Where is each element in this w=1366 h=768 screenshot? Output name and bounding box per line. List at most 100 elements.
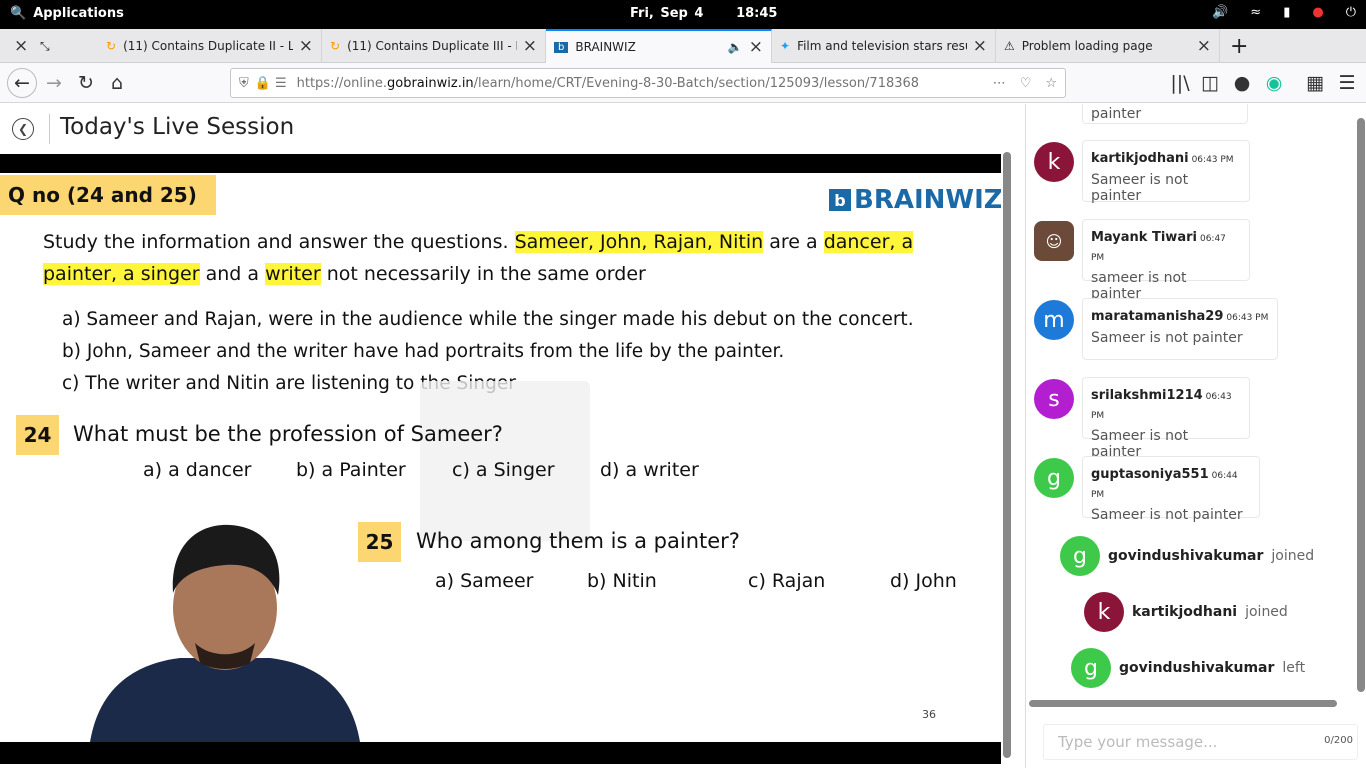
avatar-photo: ☺ bbox=[1034, 221, 1074, 261]
chat-message: s srilakshmi1214 06:43 PM Sameer is not p… bbox=[1034, 377, 1364, 460]
close-icon[interactable]: × bbox=[299, 36, 313, 56]
question-24-number: 24 bbox=[16, 415, 59, 455]
url-path: /learn/home/CRT/Evening-8-30-Batch/secti… bbox=[473, 75, 920, 91]
avatar: g bbox=[1034, 458, 1074, 498]
q24-option-c: c) a Singer bbox=[452, 459, 555, 481]
new-tab-button[interactable]: + bbox=[1222, 29, 1256, 63]
battery-icon[interactable]: ▮ bbox=[1283, 5, 1290, 20]
wifi-icon[interactable]: ≈ bbox=[1250, 5, 1261, 20]
q25-option-c: c) Rajan bbox=[748, 570, 826, 592]
tab-title: (11) Contains Duplicate II - Lee bbox=[123, 39, 293, 53]
twitter-icon: ✦ bbox=[780, 39, 791, 53]
avatar: m bbox=[1034, 300, 1074, 340]
clock[interactable]: Fri, Sep 4 18:45 bbox=[630, 6, 777, 21]
message-text: Sameer is not painter bbox=[1091, 507, 1243, 523]
page-actions-icon[interactable]: ⋯ bbox=[993, 76, 1006, 91]
video-player[interactable]: Q no (24 and 25) b BRAINWIZ Study the inf… bbox=[0, 154, 1001, 764]
video-scrollbar[interactable] bbox=[1003, 152, 1011, 758]
leetcode-icon: ↻ bbox=[106, 39, 117, 53]
chat-message-input[interactable]: Type your message... 0/200 bbox=[1043, 724, 1358, 760]
close-icon[interactable]: × bbox=[749, 37, 763, 57]
message-bubble: srilakshmi1214 06:43 PM Sameer is not pai… bbox=[1082, 377, 1250, 460]
question-number-banner: Q no (24 and 25) bbox=[0, 175, 216, 215]
question-25-text: Who among them is a painter? bbox=[416, 529, 740, 553]
menu-icon[interactable]: ☰ bbox=[1335, 71, 1359, 95]
tab-problem-loading[interactable]: ⚠ Problem loading page × bbox=[996, 29, 1220, 63]
reload-button[interactable]: ↻ bbox=[74, 71, 98, 95]
close-icon[interactable]: × bbox=[523, 36, 537, 56]
intro-line-1: Study the information and answer the que… bbox=[43, 231, 914, 253]
sender-name: maratamanisha29 bbox=[1091, 309, 1224, 324]
applications-menu[interactable]: 🔍 Applications bbox=[10, 6, 124, 21]
applications-label: Applications bbox=[33, 6, 124, 21]
event-user-name: govindushivakumar bbox=[1108, 548, 1264, 564]
previous-message: Sameer is not painter bbox=[1082, 104, 1248, 124]
close-icon[interactable]: × bbox=[1197, 36, 1211, 56]
presenter-video bbox=[90, 524, 360, 742]
account-icon[interactable]: ● bbox=[1230, 71, 1254, 95]
back-button[interactable]: ← bbox=[7, 68, 37, 98]
volume-icon[interactable]: 🔊 bbox=[1212, 5, 1228, 20]
collapse-icon[interactable]: ⤡ bbox=[32, 29, 96, 63]
grammarly-icon[interactable]: ◉ bbox=[1262, 71, 1286, 95]
forward-button[interactable]: → bbox=[42, 71, 66, 95]
q24-option-a: a) a dancer bbox=[143, 459, 252, 481]
avatar: g bbox=[1071, 648, 1111, 688]
pocket-icon[interactable]: ♡ bbox=[1020, 76, 1032, 91]
tab-close-all-icon[interactable]: × bbox=[0, 29, 32, 63]
url-domain: gobrainwiz.in bbox=[387, 75, 474, 91]
logo-text: BRAINWIZ bbox=[854, 185, 1001, 215]
permissions-icon[interactable]: ☰ bbox=[275, 76, 287, 91]
leetcode-icon: ↻ bbox=[330, 39, 341, 53]
extensions-icon[interactable]: ▦ bbox=[1303, 71, 1327, 95]
search-icon: 🔍 bbox=[10, 6, 27, 21]
library-icon[interactable]: ||\ bbox=[1168, 71, 1192, 95]
tab-film-television[interactable]: ✦ Film and television stars resu × bbox=[772, 29, 996, 63]
question-24-text: What must be the profession of Sameer? bbox=[73, 422, 503, 446]
date-label: Fri, Sep 4 bbox=[630, 6, 704, 21]
highlight-roles-1: dancer, a bbox=[823, 231, 914, 253]
page-title: Today's Live Session bbox=[60, 114, 295, 140]
rest-text: not necessarily in the same order bbox=[326, 263, 646, 285]
message-text: Sameer is not painter bbox=[1091, 330, 1243, 346]
shield-icon[interactable]: ⛨ bbox=[239, 76, 249, 91]
avatar: s bbox=[1034, 379, 1074, 419]
bookmark-star-icon[interactable]: ☆ bbox=[1045, 76, 1057, 91]
q24-option-b: b) a Painter bbox=[296, 459, 406, 481]
event-status: joined bbox=[1271, 548, 1315, 564]
tab-title: (11) Contains Duplicate III - Le bbox=[347, 39, 517, 53]
url-bar[interactable]: ⛨ 🔒 ☰ https://online.gobrainwiz.in/learn… bbox=[230, 68, 1066, 98]
tab-title: Problem loading page bbox=[1021, 39, 1153, 53]
speaker-icon[interactable]: 🔈 bbox=[728, 40, 743, 54]
sender-name: kartikjodhani bbox=[1091, 151, 1189, 166]
back-circle-icon[interactable]: ❮ bbox=[12, 118, 34, 140]
tab-title: Film and television stars resu bbox=[797, 39, 967, 53]
clue-b: b) John, Sameer and the writer have had … bbox=[62, 341, 785, 362]
chat-panel: Sameer is not painter k kartikjodhani06:… bbox=[1025, 104, 1366, 768]
chat-horizontal-scrollbar[interactable] bbox=[1029, 700, 1337, 707]
sidebar-icon[interactable]: ◫ bbox=[1198, 71, 1222, 95]
tab-strip: × ⤡ ↻ (11) Contains Duplicate II - Lee ×… bbox=[0, 29, 1366, 63]
chat-message: k kartikjodhani 06:43 PM Sameer is not pa… bbox=[1034, 140, 1364, 204]
message-bubble: kartikjodhani 06:43 PM Sameer is not pain… bbox=[1082, 140, 1250, 204]
tab-contains-duplicate-iii[interactable]: ↻ (11) Contains Duplicate III - Le × bbox=[322, 29, 546, 63]
q24-option-d: d) a writer bbox=[600, 459, 699, 481]
notification-icon[interactable]: ● bbox=[1312, 5, 1323, 20]
warning-icon: ⚠ bbox=[1004, 39, 1015, 53]
tab-contains-duplicate-ii[interactable]: ↻ (11) Contains Duplicate II - Lee × bbox=[98, 29, 322, 63]
event-user-name: kartikjodhani bbox=[1132, 604, 1238, 620]
home-button[interactable]: ⌂ bbox=[105, 71, 129, 95]
message-text: Sameer is not painter bbox=[1091, 172, 1189, 204]
close-icon[interactable]: × bbox=[973, 36, 987, 56]
message-bubble: Mayank Tiwari 06:47 PM sameer is not pain… bbox=[1082, 219, 1250, 302]
event-status: joined bbox=[1245, 604, 1288, 620]
chat-vertical-scrollbar[interactable] bbox=[1357, 118, 1365, 692]
q25-option-b: b) Nitin bbox=[587, 570, 657, 592]
previous-message-text: Sameer is not painter bbox=[1091, 104, 1188, 122]
tab-brainwiz[interactable]: b BRAINWIZ 🔈 × bbox=[546, 29, 772, 63]
input-placeholder: Type your message... bbox=[1058, 733, 1218, 751]
power-icon[interactable]: ⏻ bbox=[1346, 5, 1356, 20]
system-top-bar: 🔍 Applications Fri, Sep 4 18:45 🔊 ≈ ▮ ● … bbox=[0, 0, 1366, 29]
url-prefix: https://online. bbox=[296, 75, 387, 91]
lock-icon[interactable]: 🔒 bbox=[255, 76, 271, 91]
